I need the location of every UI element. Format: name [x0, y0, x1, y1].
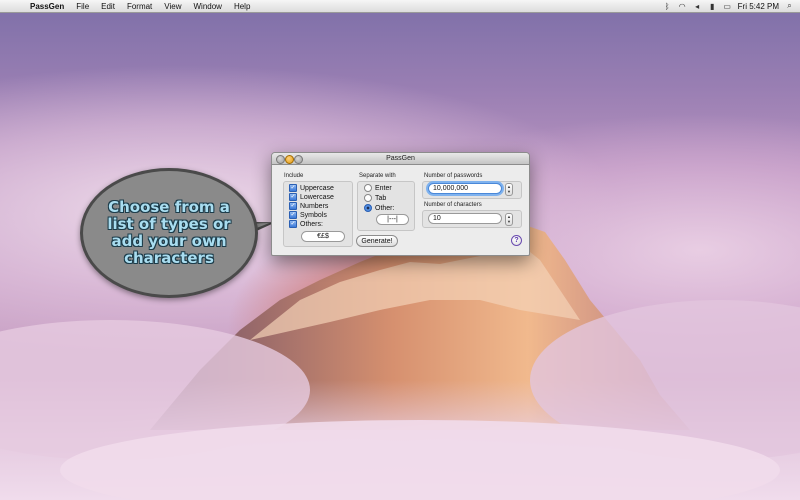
spotlight-search-icon[interactable]: ⌕ [785, 1, 794, 11]
menu-window[interactable]: Window [187, 2, 227, 11]
menu-file[interactable]: File [70, 2, 95, 11]
menu-bar: PassGen File Edit Format View Window Hel… [0, 0, 800, 13]
checkbox-others[interactable]: ✓ Others: [289, 220, 323, 228]
callout-text: Choose from a list of types or add your … [107, 198, 231, 267]
wifi-icon[interactable]: ◠ [678, 2, 687, 11]
num-passwords-input[interactable]: 10,000,000 [428, 183, 502, 194]
bluetooth-icon[interactable]: ᛒ [663, 2, 672, 11]
flag-icon[interactable]: ▮ [708, 2, 717, 11]
close-window-button[interactable] [276, 155, 285, 164]
volume-icon[interactable]: ◂ [693, 2, 702, 11]
radio-enter[interactable]: Enter [364, 184, 392, 192]
battery-icon[interactable]: ▭ [723, 2, 732, 11]
radio-indicator-selected [364, 204, 372, 212]
app-menu[interactable]: PassGen [24, 2, 70, 11]
include-group-label: Include [284, 173, 304, 179]
radio-indicator [364, 194, 372, 202]
num-passwords-label: Number of passwords [424, 173, 483, 179]
num-passwords-stepper[interactable]: ▲ ▼ [505, 183, 513, 196]
window-title: PassGen [386, 155, 415, 162]
checkbox-numbers[interactable]: ✓ Numbers [289, 202, 328, 210]
menu-help[interactable]: Help [228, 2, 256, 11]
zoom-window-button[interactable] [294, 155, 303, 164]
others-characters-input[interactable]: €£$ [301, 231, 345, 242]
checkmark-icon: ✓ [289, 184, 297, 192]
checkbox-lowercase[interactable]: ✓ Lowercase [289, 193, 334, 201]
num-characters-label: Number of characters [424, 202, 482, 208]
radio-other[interactable]: Other: [364, 204, 394, 212]
passgen-window: PassGen Include ✓ Uppercase ✓ Lowercase ✓ N… [271, 152, 530, 256]
num-characters-stepper[interactable]: ▲ ▼ [505, 213, 513, 226]
checkmark-icon: ✓ [289, 220, 297, 228]
menu-view[interactable]: View [158, 2, 187, 11]
checkmark-icon: ✓ [289, 202, 297, 210]
menu-extras: ᛒ ◠ ◂ ▮ ▭ Fri 5:42 PM ⌕ [663, 1, 800, 11]
menubar-clock[interactable]: Fri 5:42 PM [738, 2, 779, 11]
menu-format[interactable]: Format [121, 2, 158, 11]
minimize-window-button[interactable] [285, 155, 294, 164]
help-icon[interactable]: ? [511, 235, 522, 246]
num-characters-input[interactable]: 10 [428, 213, 502, 224]
separate-group-label: Separate with [359, 173, 396, 179]
checkbox-uppercase[interactable]: ✓ Uppercase [289, 184, 334, 192]
window-titlebar[interactable]: PassGen [272, 153, 529, 165]
checkmark-icon: ✓ [289, 211, 297, 219]
checkmark-icon: ✓ [289, 193, 297, 201]
menu-edit[interactable]: Edit [95, 2, 121, 11]
separator-other-input[interactable]: |---| [376, 214, 409, 225]
radio-indicator [364, 184, 372, 192]
generate-button[interactable]: Generate! [356, 235, 398, 247]
callout-bubble: Choose from a list of types or add your … [80, 168, 258, 298]
radio-tab[interactable]: Tab [364, 194, 386, 202]
checkbox-symbols[interactable]: ✓ Symbols [289, 211, 327, 219]
